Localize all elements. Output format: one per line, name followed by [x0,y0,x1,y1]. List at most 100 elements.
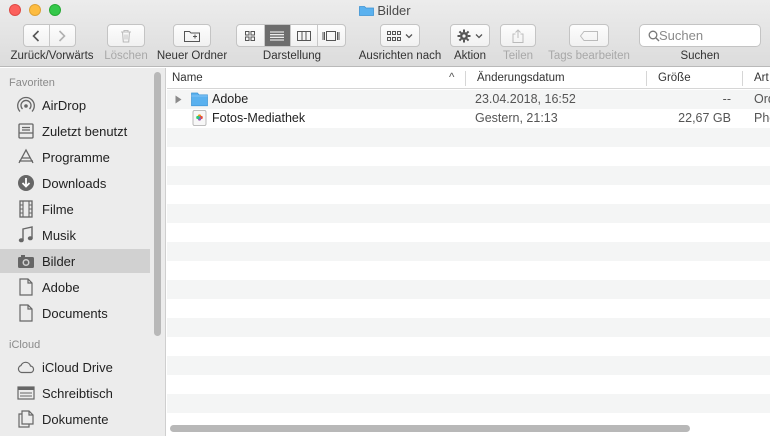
sidebar-item-label: Documents [42,305,108,321]
arrange-label: Ausrichten nach [358,50,442,62]
empty-row [167,147,770,166]
chevron-left-icon [32,29,40,42]
new-folder-button[interactable] [173,24,211,47]
chevron-down-icon [405,33,413,38]
empty-row [167,394,770,413]
folder-icon [191,92,208,107]
forward-button[interactable] [50,25,75,46]
sidebar-item-label: Dokumente [42,411,109,427]
sidebar-item-downloads[interactable]: Downloads [0,171,150,195]
chevron-right-icon [59,29,66,42]
table-row[interactable]: Adobe 23.04.2018, 16:52 -- Ord [167,90,770,109]
file-date: 23.04.2018, 16:52 [475,92,576,106]
file-rows: Adobe 23.04.2018, 16:52 -- Ord Fotos-Med… [167,90,770,413]
trash-icon [121,29,131,43]
empty-row [167,128,770,147]
icloud-heading: iCloud [9,339,41,351]
file-name: Fotos-Mediathek [212,111,306,125]
sidebar-item-label: iCloud Drive [42,359,113,375]
sidebar-item-recents[interactable]: Zuletzt benutzt [0,119,150,143]
action-label: Aktion [454,50,486,62]
column-kind-header[interactable]: Art [754,68,769,89]
sidebar-item-label: Musik [42,227,76,243]
column-divider[interactable] [465,71,466,86]
photos-library-icon [192,110,207,126]
disclosure-triangle-icon[interactable] [175,95,182,104]
empty-row [167,318,770,337]
column-view-button[interactable] [291,25,318,46]
file-size: -- [722,92,731,106]
share-icon [512,28,524,43]
icon-view-button[interactable] [237,25,265,46]
sidebar-item-label: Zuletzt benutzt [42,123,128,139]
empty-row [167,356,770,375]
window-title-text: Bilder [377,3,411,18]
column-header: Name ^ Änderungsdatum Größe Art [167,68,770,89]
share-button[interactable] [500,24,536,47]
sidebar-item-label: Filme [42,201,74,217]
sidebar-item-adobe[interactable]: Adobe [0,275,150,299]
back-button[interactable] [24,25,50,46]
folder-icon [359,6,375,16]
sidebar-item-label: Bilder [42,253,76,269]
new-folder-icon [184,30,200,42]
window-title: Bilder [0,2,770,20]
sidebar-item-label: Adobe [42,279,80,295]
sort-indicator-icon: ^ [449,72,455,84]
sidebar-item-desktop[interactable]: Schreibtisch [0,381,150,405]
column-name-header[interactable]: Name [172,68,203,89]
toolbar: Bilder Zurück/Vorwärts Löschen Neuer Ord… [0,0,770,67]
documents-icon [17,410,35,428]
action-button[interactable] [450,24,490,47]
sidebar-item-icloud-drive[interactable]: iCloud Drive [0,355,150,379]
horizontal-scrollbar[interactable] [170,425,690,432]
sidebar-item-airdrop[interactable]: AirDrop [0,93,150,117]
sidebar-item-music[interactable]: Musik [0,223,150,247]
gallery-view-button[interactable] [318,25,345,46]
tags-button[interactable] [569,24,609,47]
desktop-icon [17,384,35,402]
arrange-button[interactable] [380,24,420,47]
back-forward-label: Zurück/Vorwärts [10,50,94,62]
empty-row [167,299,770,318]
empty-row [167,337,770,356]
empty-row [167,166,770,185]
empty-row [167,280,770,299]
column-date-header[interactable]: Änderungsdatum [477,68,565,89]
sidebar-item-applications[interactable]: Programme [0,145,150,169]
movies-icon [17,200,35,218]
favorites-heading: Favoriten [9,77,55,89]
file-size: 22,67 GB [678,111,731,125]
column-divider[interactable] [742,71,743,86]
table-row[interactable]: Fotos-Mediathek Gestern, 21:13 22,67 GB … [167,109,770,128]
delete-label: Löschen [104,50,148,62]
search-placeholder: Suchen [659,28,704,43]
search-input[interactable]: Suchen [639,24,761,47]
tags-label: Tags bearbeiten [548,50,630,62]
sidebar-item-movies[interactable]: Filme [0,197,150,221]
list-view-button[interactable] [264,25,292,46]
sidebar-item-pictures[interactable]: Bilder [0,249,150,273]
sidebar-item-icloud-documents[interactable]: Dokumente [0,407,150,431]
recents-icon [17,122,35,140]
empty-row [167,261,770,280]
column-divider[interactable] [646,71,647,86]
delete-button[interactable] [107,24,145,47]
sidebar-scrollbar[interactable] [154,72,161,336]
sidebar-item-label: Programme [42,149,110,165]
view-mode-control [236,24,346,47]
sidebar-item-label: AirDrop [42,97,87,113]
empty-row [167,223,770,242]
empty-row [167,204,770,223]
sidebar-item-documents[interactable]: Documents [0,301,150,325]
pictures-icon [17,252,35,270]
column-size-header[interactable]: Größe [658,68,691,89]
empty-row [167,185,770,204]
file-date: Gestern, 21:13 [475,111,558,125]
sidebar-item-label: Downloads [42,175,107,191]
downloads-icon [17,174,35,192]
new-folder-label: Neuer Ordner [156,50,228,62]
chevron-down-icon [475,33,483,38]
grid-icon [245,30,256,41]
share-label: Teilen [502,50,534,62]
